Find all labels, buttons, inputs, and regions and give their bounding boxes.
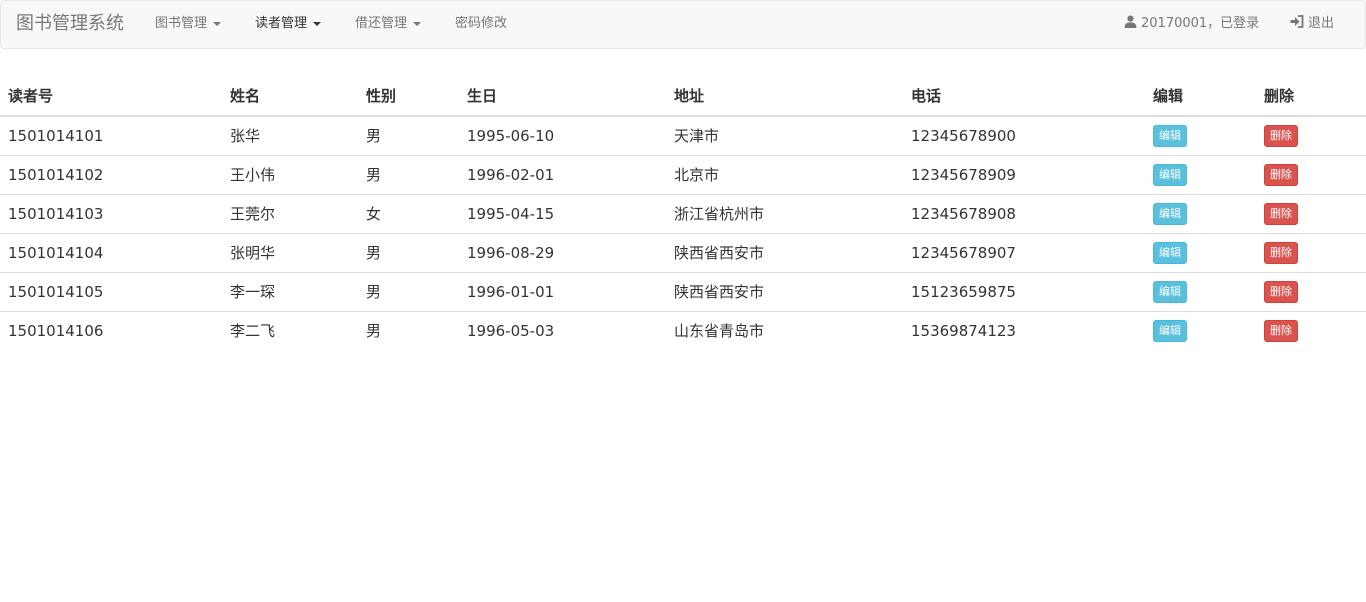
cell-name: 王莞尔	[222, 193, 358, 233]
caret-down-icon	[313, 21, 322, 26]
menu-change-password[interactable]: 密码修改	[455, 1, 507, 48]
cell-edit: 编辑	[1145, 271, 1256, 311]
menu-borrow-return-management[interactable]: 借还管理	[355, 1, 422, 48]
menu-label: 密码修改	[455, 16, 508, 31]
cell-name: 李一琛	[222, 271, 358, 311]
cell-edit: 编辑	[1145, 154, 1256, 194]
cell-delete: 删除	[1256, 116, 1366, 155]
menu-book-management[interactable]: 图书管理	[155, 1, 222, 48]
cell-birthday: 1995-04-15	[459, 193, 666, 233]
header-phone: 电话	[903, 76, 1145, 117]
cell-reader-id: 1501014105	[0, 271, 222, 311]
delete-button[interactable]: 删除	[1264, 124, 1298, 147]
table-row: 1501014102 王小伟 男 1996-02-01 北京市 12345678…	[0, 154, 1366, 194]
delete-button[interactable]: 删除	[1264, 202, 1298, 225]
cell-edit: 编辑	[1145, 310, 1256, 350]
delete-button[interactable]: 删除	[1264, 280, 1298, 303]
menu-label: 读者管理	[255, 16, 308, 31]
cell-birthday: 1995-06-10	[467, 126, 555, 145]
cell-reader-id: 1501014103	[0, 193, 222, 233]
cell-address: 山东省青岛市	[666, 310, 903, 350]
cell-name: 张华	[230, 127, 261, 146]
user-icon	[1124, 2, 1137, 47]
user-status-text: 20170001，已登录	[1141, 16, 1260, 31]
cell-phone: 12345678908	[903, 193, 1145, 233]
menu-label: 图书管理	[155, 16, 208, 31]
cell-reader-id: 1501014102	[0, 154, 222, 194]
menu-label: 借还管理	[355, 16, 408, 31]
delete-button[interactable]: 删除	[1264, 163, 1298, 186]
menu-reader-management[interactable]: 读者管理	[255, 1, 322, 48]
cell-reader-id: 1501014101	[8, 126, 104, 145]
header-birthday: 生日	[459, 76, 666, 117]
cell-address: 陕西省西安市	[666, 232, 903, 272]
log-in-icon	[1290, 2, 1304, 47]
cell-delete: 删除	[1256, 310, 1366, 350]
cell-sex: 男	[358, 154, 459, 194]
cell-edit: 编辑	[1145, 116, 1256, 155]
cell-phone: 12345678907	[903, 232, 1145, 272]
cell-delete: 删除	[1256, 271, 1366, 311]
cell-name: 王小伟	[222, 154, 358, 194]
cell-sex: 女	[358, 193, 459, 233]
caret-down-icon	[413, 21, 422, 26]
brand-title[interactable]: 图书管理系统	[16, 1, 124, 48]
logout-link[interactable]: 退出	[1290, 1, 1334, 48]
cell-birthday: 1996-02-01	[459, 154, 666, 194]
delete-button[interactable]: 删除	[1264, 319, 1298, 342]
cell-address: 北京市	[666, 154, 903, 194]
header-sex: 性别	[358, 76, 459, 117]
cell-edit: 编辑	[1145, 232, 1256, 272]
table-row: 1501014106 李二飞 男 1996-05-03 山东省青岛市 15369…	[0, 310, 1366, 350]
header-edit: 编辑	[1145, 76, 1256, 117]
reader-table: 读者号 姓名 性别 生日 地址 电话 编辑 删除 1501014101 张华 男…	[0, 76, 1366, 350]
caret-down-icon	[213, 21, 222, 26]
edit-button[interactable]: 编辑	[1153, 319, 1187, 342]
edit-button[interactable]: 编辑	[1153, 241, 1187, 264]
edit-button[interactable]: 编辑	[1153, 163, 1187, 186]
cell-delete: 删除	[1256, 232, 1366, 272]
cell-sex: 男	[358, 271, 459, 311]
cell-birthday: 1996-01-01	[459, 271, 666, 311]
cell-birthday: 1996-05-03	[459, 310, 666, 350]
table-row: 1501014105 李一琛 男 1996-01-01 陕西省西安市 15123…	[0, 271, 1366, 311]
cell-sex: 男	[358, 232, 459, 272]
cell-phone: 12345678900	[911, 126, 1016, 145]
table-row: 1501014104 张明华 男 1996-08-29 陕西省西安市 12345…	[0, 232, 1366, 272]
cell-birthday: 1996-08-29	[459, 232, 666, 272]
table-row: 1501014103 王莞尔 女 1995-04-15 浙江省杭州市 12345…	[0, 193, 1366, 233]
cell-address: 陕西省西安市	[666, 271, 903, 311]
cell-delete: 删除	[1256, 154, 1366, 194]
header-reader-id: 读者号	[0, 76, 222, 117]
header-address: 地址	[666, 76, 903, 117]
delete-button[interactable]: 删除	[1264, 241, 1298, 264]
cell-sex: 男	[366, 127, 382, 146]
cell-name: 李二飞	[222, 310, 358, 350]
cell-delete: 删除	[1256, 193, 1366, 233]
cell-reader-id: 1501014104	[0, 232, 222, 272]
cell-name: 张明华	[222, 232, 358, 272]
user-status[interactable]: 20170001，已登录	[1124, 1, 1259, 48]
cell-reader-id: 1501014106	[0, 310, 222, 350]
cell-phone: 12345678909	[903, 154, 1145, 194]
edit-button[interactable]: 编辑	[1153, 280, 1187, 303]
edit-button[interactable]: 编辑	[1153, 124, 1187, 147]
edit-button[interactable]: 编辑	[1153, 202, 1187, 225]
cell-phone: 15369874123	[903, 310, 1145, 350]
header-delete: 删除	[1256, 76, 1366, 117]
cell-address: 浙江省杭州市	[666, 193, 903, 233]
logout-label: 退出	[1308, 16, 1335, 31]
table-row: 1501014101 张华 男 1995-06-10 天津市 123456789…	[0, 116, 1366, 155]
navbar: 图书管理系统 图书管理 读者管理 借还管理 密码修改 20170001，已登录 …	[0, 0, 1366, 49]
cell-sex: 男	[358, 310, 459, 350]
cell-edit: 编辑	[1145, 193, 1256, 233]
table-header-row: 读者号 姓名 性别 生日 地址 电话 编辑 删除	[0, 76, 1366, 117]
cell-address: 天津市	[674, 127, 720, 146]
header-name: 姓名	[222, 76, 358, 117]
cell-phone: 15123659875	[903, 271, 1145, 311]
